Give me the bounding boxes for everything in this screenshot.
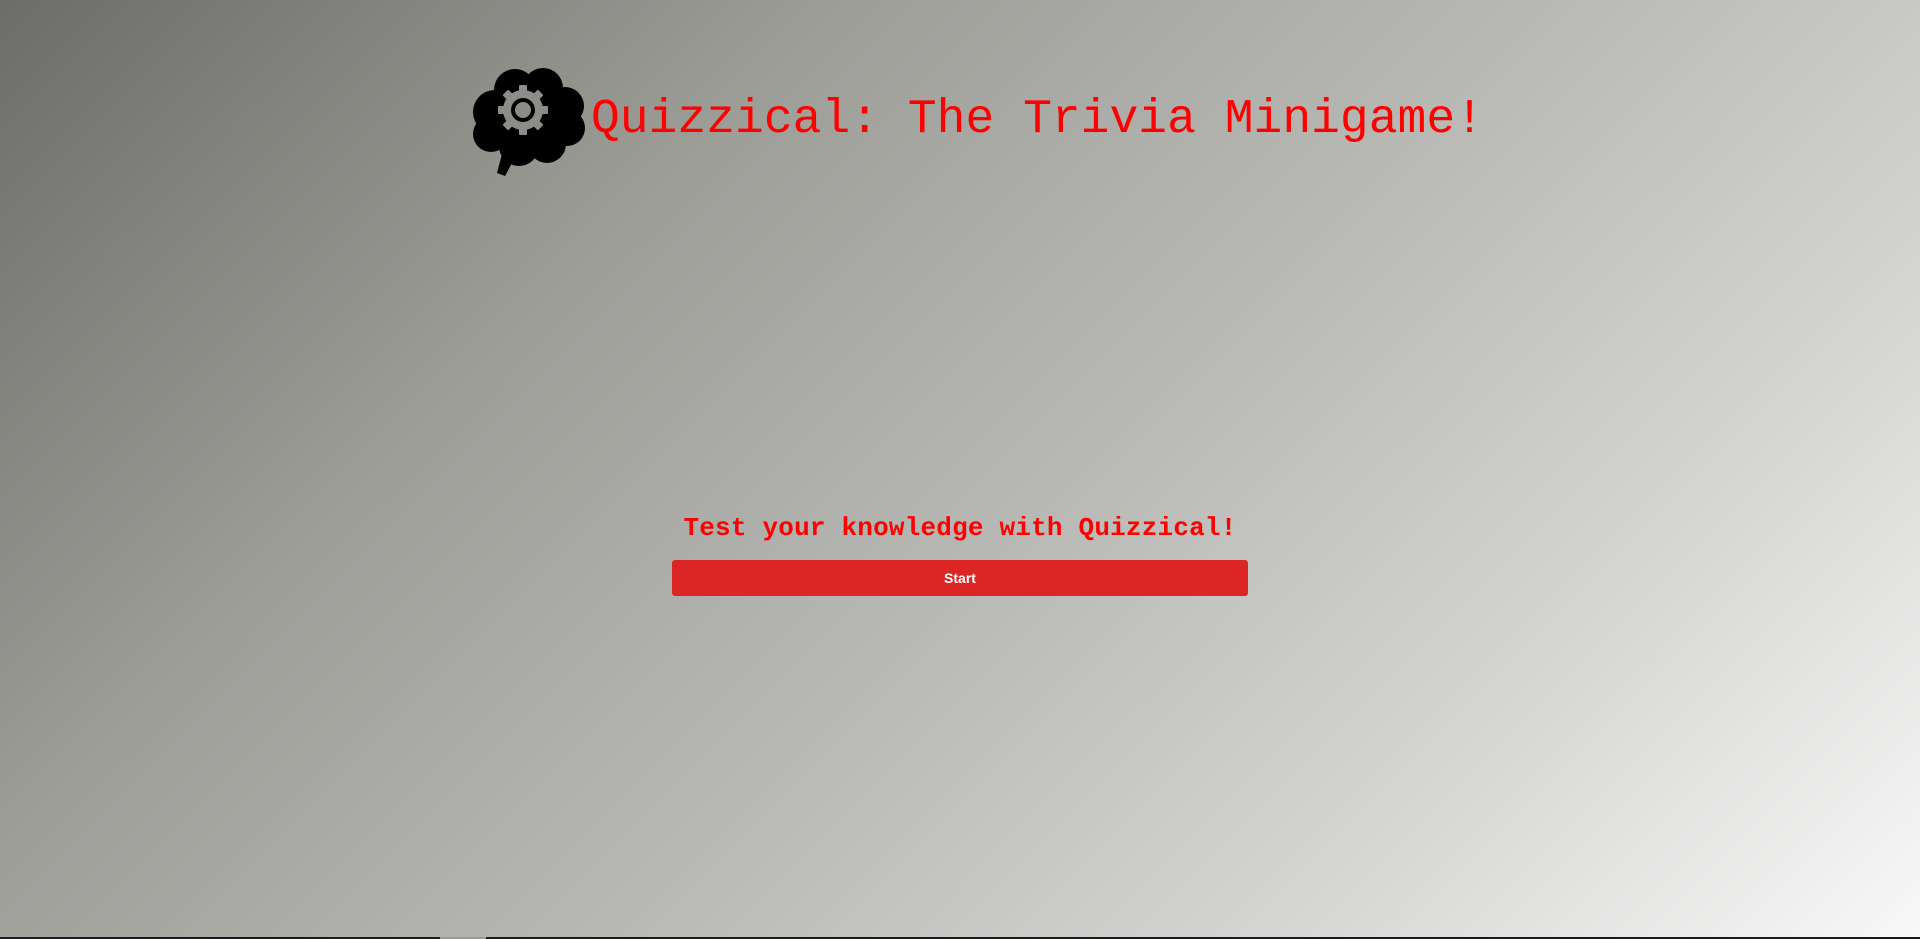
brain-gear-icon xyxy=(469,66,587,178)
start-panel: Test your knowledge with Quizzical! Star… xyxy=(672,508,1248,596)
start-button[interactable]: Start xyxy=(672,560,1248,596)
page-title: Quizzical: The Trivia Minigame! xyxy=(591,93,1484,147)
app-header: Quizzical: The Trivia Minigame! xyxy=(469,66,1484,178)
tagline: Test your knowledge with Quizzical! xyxy=(683,513,1237,543)
